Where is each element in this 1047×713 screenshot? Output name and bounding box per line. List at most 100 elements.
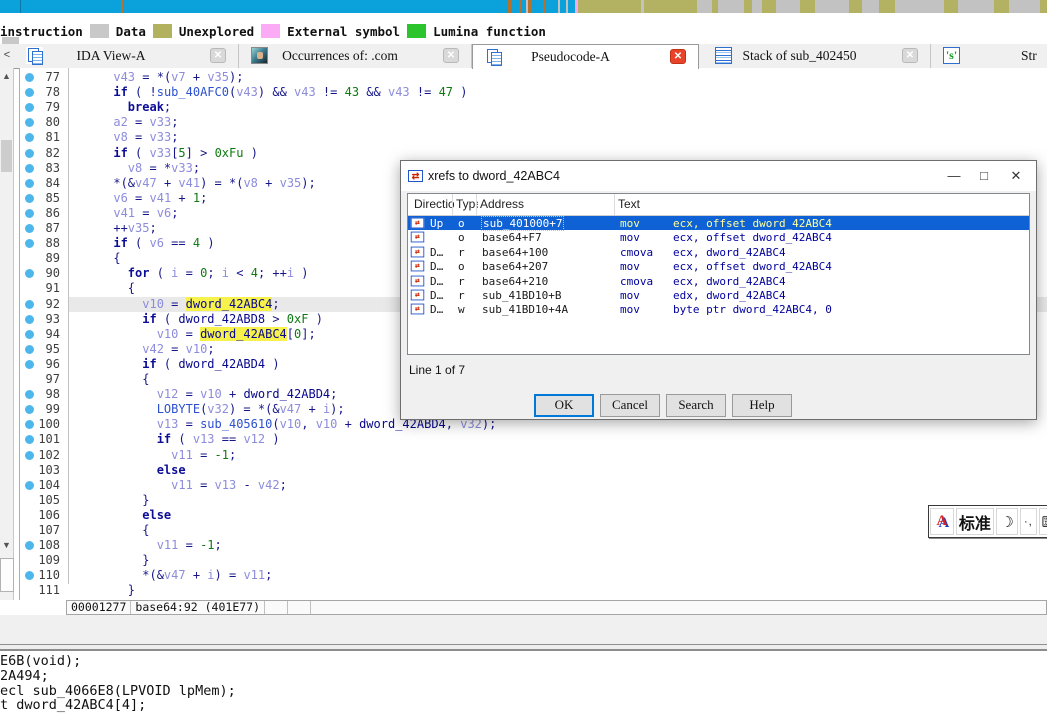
xref-address: base64+F7 [482,231,542,244]
help-button[interactable]: Help [732,394,792,417]
code-text: v43 = *(v7 + v35); [70,70,243,85]
navigation-band[interactable] [0,0,1047,13]
column-separator[interactable] [452,194,453,215]
code-line[interactable]: 79 break; [20,100,1047,115]
navband-segment [568,0,575,13]
column-header-address[interactable]: Address [480,197,616,211]
vertical-scrollbar[interactable]: ▲ ▼ [0,68,14,600]
ime-keyboard-icon[interactable]: ⌨ [1039,508,1047,535]
navband-segment [879,0,895,13]
code-line[interactable]: 80 a2 = v33; [20,115,1047,130]
scrollbar-thumb[interactable] [1,140,12,172]
line-number: 92 [28,297,60,312]
legend-label: Lumina function [433,24,546,39]
line-number: 82 [28,146,60,161]
code-line[interactable]: 103 else [20,463,1047,478]
xref-list[interactable]: DirectionTypeAddressText ⇄Uposub_401000+… [407,193,1030,355]
column-header-type[interactable]: Type [456,197,478,211]
scroll-down-arrow-icon[interactable]: ▼ [0,540,13,550]
tab-pseudocode-a[interactable]: Pseudocode-A✕ [472,44,699,69]
ime-logo-icon[interactable]: A [930,508,954,535]
tab-close-icon[interactable]: ✕ [670,49,686,64]
xref-address: sub_41BD10+4A [482,303,568,316]
code-line[interactable]: 107 { [20,523,1047,538]
tab-close-icon[interactable]: ✕ [902,48,918,63]
code-text: a2 = v33; [70,115,178,130]
xref-type: o [458,231,465,244]
ok-button[interactable]: OK [534,394,594,417]
background-code-line: 2A494; [0,669,1047,684]
code-text: { [70,281,135,296]
line-number: 81 [28,130,60,145]
dialog-title: xrefs to dword_42ABC4 [428,169,560,183]
tab-label: Str [1021,48,1047,64]
navband-segment [849,0,862,13]
xref-text: mov ecx, offset dword_42ABC4 [620,217,832,230]
scroll-up-arrow-icon[interactable]: ▲ [0,71,13,81]
code-line[interactable]: 110 *(&v47 + i) = v11; [20,568,1047,583]
docking-splitter-box[interactable] [0,558,14,592]
code-line[interactable]: 105 } [20,493,1047,508]
column-separator[interactable] [476,194,477,215]
code-line[interactable]: 82 if ( v33[5] > 0xFu ) [20,146,1047,161]
xref-list-header[interactable]: DirectionTypeAddressText [408,194,1029,216]
navband-segment [532,0,543,13]
code-line[interactable]: 102 v11 = -1; [20,448,1047,463]
tab-stack-of-sub-402450[interactable]: Stack of sub_402450✕ [699,44,931,68]
code-line[interactable]: 109 } [20,553,1047,568]
background-code-line: ecl sub_4066E8(LPVOID lpMem); [0,684,1047,699]
code-line[interactable]: 104 v11 = v13 - v42; [20,478,1047,493]
line-number: 89 [28,251,60,266]
dialog-title-bar[interactable]: ⇄ xrefs to dword_42ABC4 — □ ✕ [401,161,1036,191]
code-line[interactable]: 111 } [20,583,1047,598]
xref-row[interactable]: ⇄Uposub_401000+7mov ecx, offset dword_42… [408,216,1029,230]
cancel-button[interactable]: Cancel [600,394,660,417]
ime-punctuation-icon[interactable]: ·, [1020,508,1037,535]
line-number: 109 [28,553,60,568]
tab-ida-view-a[interactable]: IDA View-A✕ [14,44,239,68]
xref-row[interactable]: ⇄D…wsub_41BD10+4Amov byte ptr dword_42AB… [408,302,1029,316]
column-header-text[interactable]: Text [618,197,1018,211]
code-text: else [70,508,171,523]
line-number: 101 [28,432,60,447]
navband-segment [815,0,849,13]
xref-row[interactable]: ⇄D…obase64+207mov ecx, offset dword_42AB… [408,259,1029,273]
search-button[interactable]: Search [666,394,726,417]
tab-str[interactable]: 's'Str [931,44,1047,68]
tab-close-icon[interactable]: ✕ [210,48,226,63]
tab-scroll-left-button[interactable]: < [0,44,15,68]
xref-row[interactable]: ⇄D…rsub_41BD10+Bmov edx, dword_42ABC4 [408,288,1029,302]
line-number: 85 [28,191,60,206]
ime-mode-label[interactable]: 标准 [956,508,994,535]
code-text: { [70,251,121,266]
code-text: v6 = v41 + 1; [70,191,207,206]
code-line[interactable]: 101 if ( v13 == v12 ) [20,432,1047,447]
code-line[interactable]: 81 v8 = v33; [20,130,1047,145]
code-line[interactable]: 77 v43 = *(v7 + v35); [20,70,1047,85]
tab-occurrences-of-com[interactable]: Occurrences of: .com✕ [239,44,472,68]
navband-segment [776,0,800,13]
code-line[interactable]: 78 if ( !sub_40AFC0(v43) && v43 != 43 &&… [20,85,1047,100]
maximize-button[interactable]: □ [970,161,998,191]
xref-address: sub_401000+7 [481,216,564,231]
background-window-edge [0,644,1047,651]
legend-item: Lumina function [407,24,546,39]
close-button[interactable]: ✕ [1002,161,1030,191]
navband-segment [762,0,776,13]
code-line[interactable]: 106 else [20,508,1047,523]
legend-item: Unexplored [153,24,254,39]
xref-row[interactable]: ⇄obase64+F7mov ecx, offset dword_42ABC4 [408,230,1029,244]
ime-halfwidth-moon-icon[interactable]: ☽ [996,508,1018,535]
column-separator[interactable] [614,194,615,215]
column-header-direction[interactable]: Direction [414,197,454,211]
xref-row[interactable]: ⇄D…rbase64+100cmova ecx, dword_42ABC4 [408,245,1029,259]
code-text: v42 = v10; [70,342,215,357]
code-text: if ( v6 == 4 ) [70,236,215,251]
ime-toolbar[interactable]: A 标准 ☽ ·, ⌨ [928,505,1047,538]
xref-row[interactable]: ⇄D…rbase64+210cmova ecx, dword_42ABC4 [408,274,1029,288]
tab-close-icon[interactable]: ✕ [443,48,459,63]
legend-swatch-partial [2,37,19,44]
code-line[interactable]: 108 v11 = -1; [20,538,1047,553]
minimize-button[interactable]: — [940,161,968,191]
code-text: v8 = v33; [70,130,178,145]
